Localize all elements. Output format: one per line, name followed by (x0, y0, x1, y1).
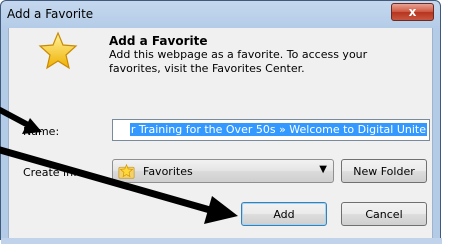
add-button[interactable]: Add (241, 202, 327, 226)
close-button[interactable]: x (391, 3, 434, 21)
name-input[interactable]: r Training for the Over 50s » Welcome to… (112, 119, 430, 141)
dialog-bottom-border (1, 238, 442, 244)
chevron-down-icon: ▼ (319, 164, 327, 175)
star-icon (38, 31, 78, 70)
create-in-value: Favorites (143, 165, 193, 178)
title-bar: Add a Favorite x (1, 1, 440, 29)
name-label: Name: (23, 125, 60, 138)
cancel-button[interactable]: Cancel (341, 202, 427, 226)
create-in-dropdown[interactable]: Favorites ▼ (112, 159, 334, 183)
header-description: Add this webpage as a favorite. To acces… (109, 48, 368, 75)
close-icon: x (408, 5, 417, 19)
add-favorite-dialog: Add a Favorite x Add a Favorite Add this… (0, 0, 442, 244)
favorites-star-icon (118, 163, 135, 179)
name-input-value: r Training for the Over 50s » Welcome to… (129, 123, 427, 136)
header-title: Add a Favorite (109, 34, 208, 48)
window-title: Add a Favorite (7, 7, 94, 21)
new-folder-button[interactable]: New Folder (341, 159, 427, 183)
create-in-label: Create in: (23, 166, 77, 179)
